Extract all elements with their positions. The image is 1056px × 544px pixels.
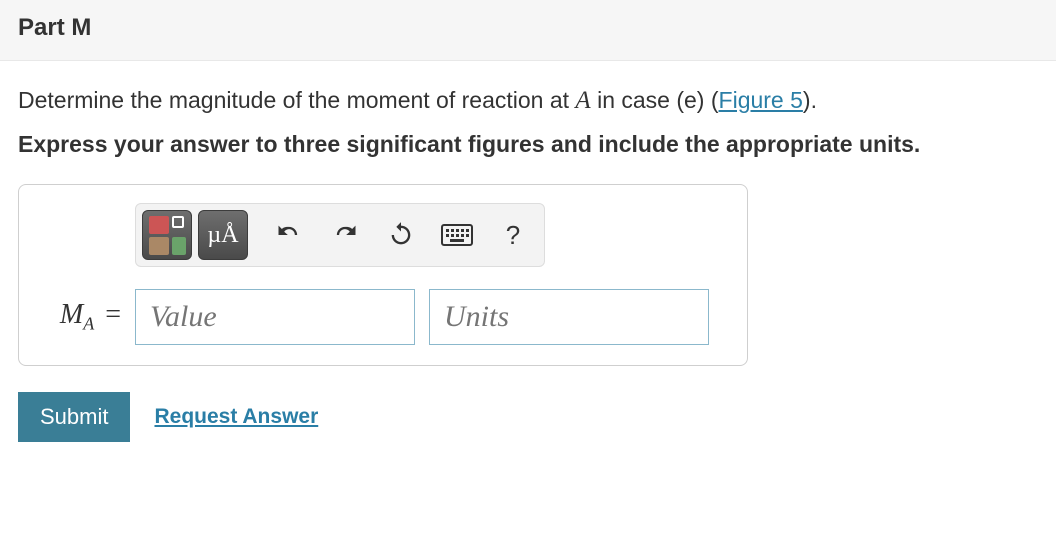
help-icon: ? bbox=[506, 220, 520, 251]
redo-icon bbox=[331, 221, 359, 249]
reset-icon bbox=[387, 221, 415, 249]
templates-icon bbox=[149, 216, 186, 255]
mu-a-icon: µÅ bbox=[207, 222, 238, 249]
units-input[interactable] bbox=[429, 289, 709, 345]
answer-toolbar: µÅ ? bbox=[135, 203, 545, 267]
part-title: Part M bbox=[18, 14, 1038, 42]
question-prefix: Determine the magnitude of the moment of… bbox=[18, 87, 575, 113]
instruction-text: Express your answer to three significant… bbox=[18, 131, 1038, 158]
question-middle: in case (e) ( bbox=[591, 87, 719, 113]
question-text: Determine the magnitude of the moment of… bbox=[18, 83, 1038, 119]
value-input[interactable] bbox=[135, 289, 415, 345]
help-button[interactable]: ? bbox=[488, 210, 538, 260]
submit-row: Submit Request Answer bbox=[18, 392, 1038, 442]
variable-label: MA = bbox=[39, 299, 121, 335]
undo-icon bbox=[275, 221, 303, 249]
templates-button[interactable] bbox=[142, 210, 192, 260]
variable-subscript: A bbox=[83, 314, 94, 334]
question-content: Determine the magnitude of the moment of… bbox=[0, 61, 1056, 460]
question-suffix: ). bbox=[803, 87, 817, 113]
submit-button[interactable]: Submit bbox=[18, 392, 130, 442]
redo-button[interactable] bbox=[320, 210, 370, 260]
figure-link[interactable]: Figure 5 bbox=[719, 87, 803, 113]
keyboard-icon bbox=[441, 224, 473, 246]
special-chars-button[interactable]: µÅ bbox=[198, 210, 248, 260]
equals-sign: = bbox=[105, 299, 121, 330]
reset-button[interactable] bbox=[376, 210, 426, 260]
variable-symbol: M bbox=[60, 299, 83, 330]
answer-box: µÅ ? MA = bbox=[18, 184, 748, 366]
request-answer-link[interactable]: Request Answer bbox=[154, 405, 318, 429]
question-variable: A bbox=[575, 87, 590, 114]
answer-row: MA = bbox=[39, 289, 729, 345]
undo-button[interactable] bbox=[264, 210, 314, 260]
part-header: Part M bbox=[0, 0, 1056, 61]
keyboard-button[interactable] bbox=[432, 210, 482, 260]
